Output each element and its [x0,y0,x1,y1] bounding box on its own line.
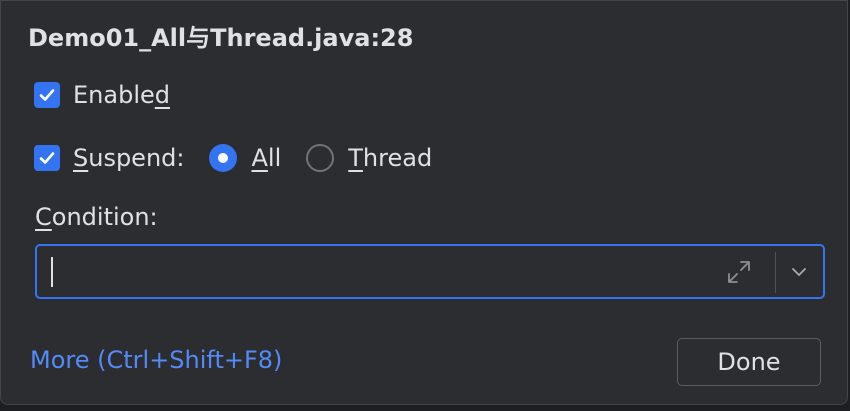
checkmark-icon [39,152,55,164]
enabled-checkbox[interactable] [34,82,60,108]
breakpoint-popup: Demo01_All与Thread.java:28 Enabled Suspen… [0,0,848,405]
condition-mnemonic: C [35,203,52,231]
enabled-row[interactable]: Enabled [34,81,170,109]
radio-thread-text: hread [362,144,433,172]
suspend-row: Suspend: All Thread [34,144,432,172]
field-divider [775,252,776,293]
more-link[interactable]: More (Ctrl+Shift+F8) [30,346,282,374]
radio-thread[interactable] [306,144,335,172]
enabled-label-text: Enable [73,81,155,109]
chevron-down-icon [792,268,806,276]
radio-all-text: ll [267,144,282,172]
checkmark-icon [39,89,55,101]
done-button[interactable]: Done [677,338,821,386]
radio-dot [218,153,229,163]
text-caret [51,257,53,287]
radio-all-mnemonic: A [251,144,268,172]
condition-label: Condition: [35,203,158,231]
radio-all-label[interactable]: All [251,144,281,172]
enabled-mnemonic: d [154,81,170,109]
enabled-label: Enabled [73,81,170,109]
history-dropdown-button[interactable] [781,254,817,290]
background-strip [0,405,850,411]
suspend-mnemonic: S [73,144,89,172]
suspend-label: Suspend: [73,144,184,172]
dialog-title: Demo01_All与Thread.java:28 [28,24,414,52]
radio-all[interactable] [209,144,238,172]
radio-thread-mnemonic: T [348,144,363,172]
radio-thread-label[interactable]: Thread [348,144,432,172]
suspend-label-tail: uspend: [88,144,185,172]
suspend-checkbox[interactable] [34,145,60,171]
condition-input[interactable] [35,244,825,299]
condition-label-text: ondition: [51,203,158,231]
expand-button[interactable] [721,254,757,290]
expand-icon [728,261,750,283]
